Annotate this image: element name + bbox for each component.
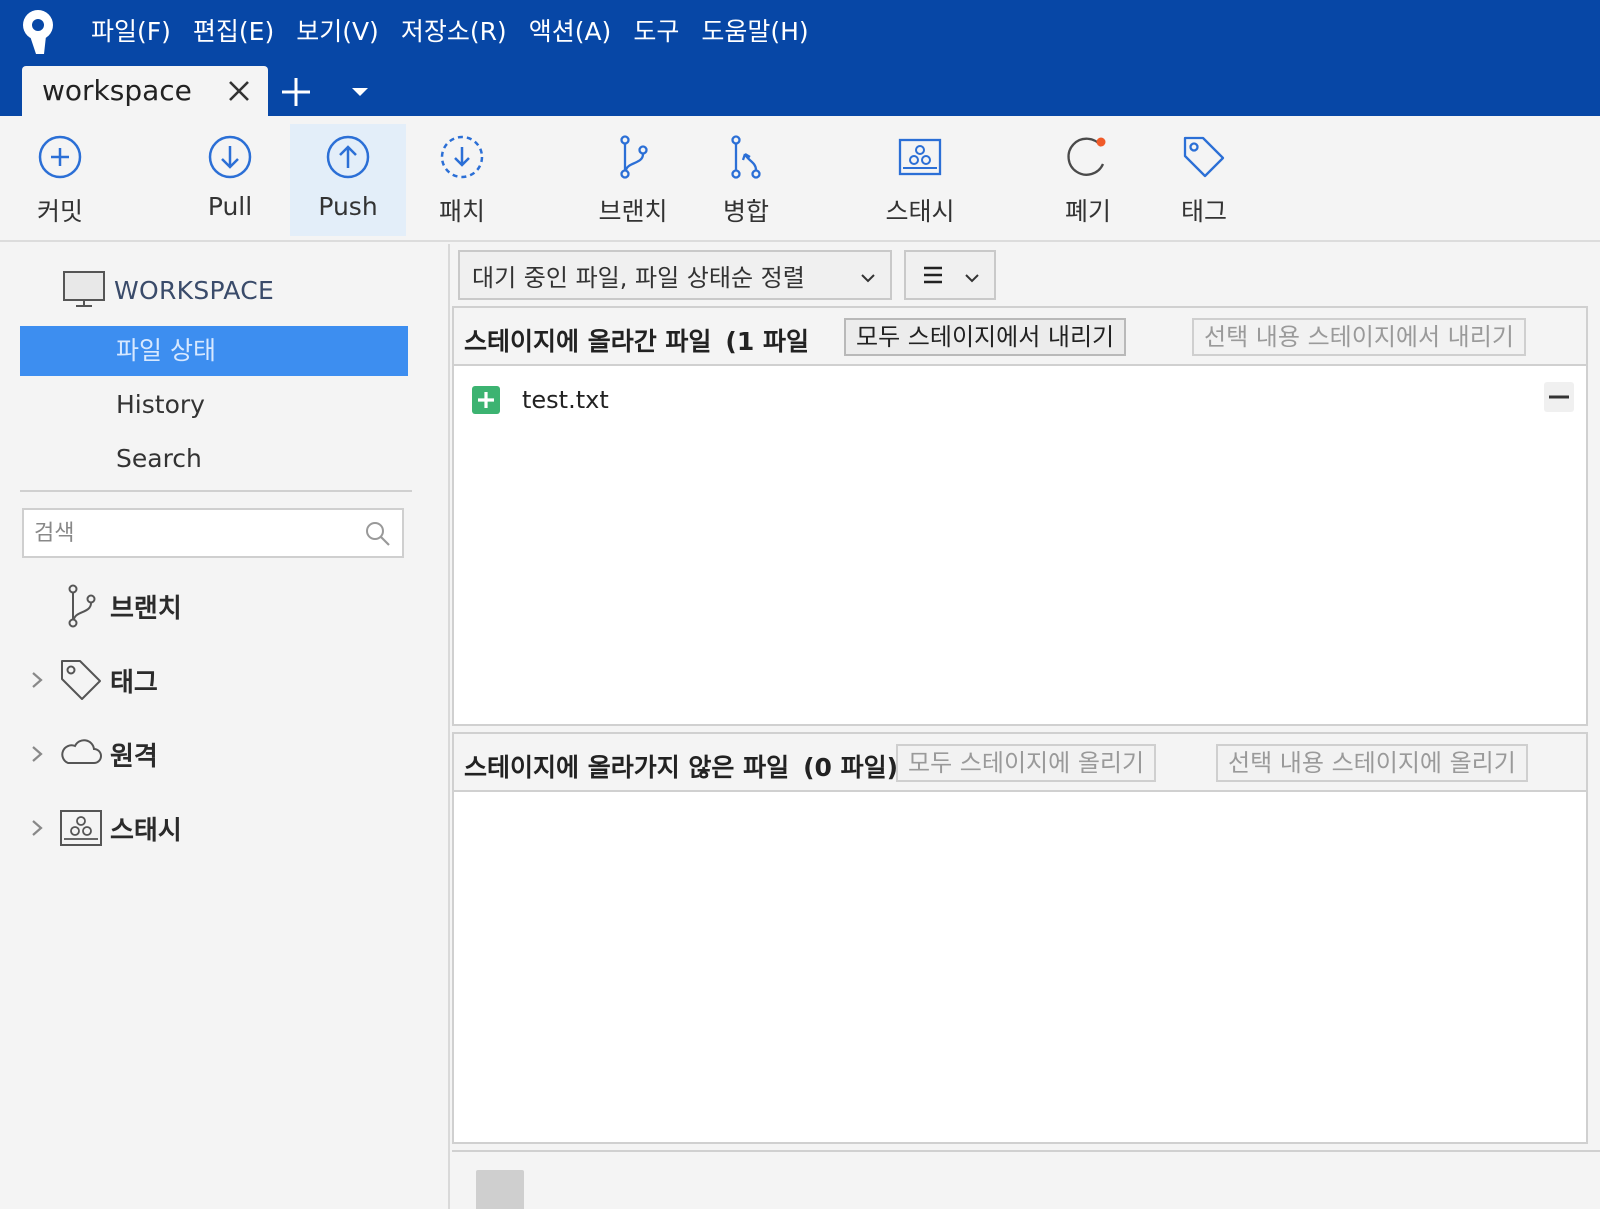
tags-label: 태그 [110,667,158,698]
pull-button[interactable]: Pull [190,124,270,236]
staged-files-pane: 스테이지에 올라간 파일 (1 파일 모두 스테이지에서 내리기 선택 내용 스테… [452,306,1588,726]
sidebar-section-remotes[interactable]: 원격 [26,726,406,782]
stage-selected-button[interactable]: 선택 내용 스테이지에 올리기 [1216,744,1528,782]
toolbar: 커밋 Pull Push 패치 브랜치 병합 스태시 폐기 태그 [0,116,1600,242]
tab-label: workspace [42,74,192,107]
unstaged-files-pane: 스테이지에 올라가지 않은 파일 (0 파일) 모두 스테이지에 올리기 선택 내… [452,732,1588,1144]
branch-button[interactable]: 브랜치 [588,124,678,236]
stash-icon [898,138,942,176]
patch-label: 패치 [438,197,485,226]
staged-pane-header: 스테이지에 올라간 파일 (1 파일 모두 스테이지에서 내리기 선택 내용 스테… [454,308,1586,366]
branches-label: 브랜치 [110,593,182,624]
menu-view[interactable]: 보기(V) [285,12,390,52]
sidebar: WORKSPACE 파일 상태 History Search 브랜치 태그 [0,244,450,1209]
chevron-right-icon[interactable] [26,817,48,839]
add-tab-icon[interactable] [278,74,314,110]
avatar [476,1170,524,1209]
push-label: Push [318,192,378,221]
unstaged-count: (0 파일) [803,753,899,782]
unstaged-pane-title: 스테이지에 올라가지 않은 파일 (0 파일) [464,748,898,784]
remotes-label: 원격 [110,741,158,772]
tag-icon [61,660,101,700]
chevron-down-icon [861,274,875,283]
tab-workspace[interactable]: workspace [22,66,268,116]
sidebar-section-branches[interactable]: 브랜치 [26,578,406,634]
tab-strip: workspace [0,66,1600,116]
chevron-right-icon[interactable] [26,669,48,691]
menu-bar: 파일(F) 편집(E) 보기(V) 저장소(R) 액션(A) 도구 도움말(H) [80,12,820,52]
close-icon[interactable] [224,76,254,106]
main-panel: 대기 중인 파일, 파일 상태순 정렬 스테이지에 올라간 파일 (1 파일 모두… [452,244,1600,1209]
branch-icon [68,584,96,628]
tag-button[interactable]: 태그 [1164,124,1244,236]
stash-icon [60,810,102,846]
chevron-down-icon [965,274,979,283]
list-icon [924,266,942,284]
title-bar: 파일(F) 편집(E) 보기(V) 저장소(R) 액션(A) 도구 도움말(H)… [0,0,1600,116]
stash-label: 스태시 [885,197,955,226]
sidebar-search-field[interactable] [22,508,404,558]
staged-count: (1 파일 [725,327,809,356]
sidebar-section-tags[interactable]: 태그 [26,652,406,708]
patch-icon [440,135,484,179]
stage-all-button[interactable]: 모두 스테이지에 올리기 [896,744,1157,782]
branch-icon [620,135,648,179]
menu-repository[interactable]: 저장소(R) [390,12,518,52]
stashes-label: 스태시 [110,815,182,846]
menu-actions[interactable]: 액션(A) [518,12,623,52]
sort-dropdown-label: 대기 중인 파일, 파일 상태순 정렬 [472,263,805,292]
menu-file[interactable]: 파일(F) [80,12,182,52]
divider [20,490,412,492]
monitor-icon [63,271,105,307]
tag-icon [1183,136,1225,178]
sidebar-item-file-status[interactable]: 파일 상태 [20,326,408,376]
merge-icon [731,135,761,179]
push-icon [326,135,370,179]
unstage-selected-button[interactable]: 선택 내용 스테이지에서 내리기 [1192,318,1526,356]
push-button[interactable]: Push [290,124,406,236]
file-added-icon [472,386,500,414]
commit-button[interactable]: 커밋 [20,124,100,236]
sidebar-item-history[interactable]: History [20,380,408,430]
sidebar-item-search[interactable]: Search [20,434,408,484]
sort-dropdown[interactable]: 대기 중인 파일, 파일 상태순 정렬 [458,250,892,300]
chevron-down-icon[interactable] [346,80,374,104]
search-input[interactable] [34,518,354,548]
tag-label: 태그 [1180,197,1227,226]
chevron-right-icon[interactable] [26,743,48,765]
menu-help[interactable]: 도움말(H) [690,12,819,52]
unstage-all-button[interactable]: 모두 스테이지에서 내리기 [844,318,1127,356]
merge-label: 병합 [722,197,769,226]
discard-button[interactable]: 폐기 [1048,124,1128,236]
discard-icon [1067,137,1106,176]
search-icon [366,522,390,546]
cloud-icon [61,739,102,764]
unstaged-pane-header: 스테이지에 올라가지 않은 파일 (0 파일) 모두 스테이지에 올리기 선택 내… [454,734,1586,792]
workspace-title: WORKSPACE [114,275,275,305]
commit-area [452,1150,1600,1209]
file-name: test.txt [522,386,609,414]
branch-label: 브랜치 [598,197,668,226]
staged-pane-title: 스테이지에 올라간 파일 (1 파일 [464,322,809,358]
staged-title-text: 스테이지에 올라간 파일 [464,327,712,356]
sidebar-section-stashes[interactable]: 스태시 [26,800,406,856]
merge-button[interactable]: 병합 [706,124,786,236]
plus-circle-icon [38,135,82,179]
menu-edit[interactable]: 편집(E) [182,12,285,52]
menu-tools[interactable]: 도구 [622,12,690,52]
file-row[interactable]: test.txt [472,380,1572,420]
pull-label: Pull [207,192,253,221]
app-logo-icon [23,10,53,54]
commit-label: 커밋 [36,197,83,226]
pull-icon [208,135,252,179]
patch-button[interactable]: 패치 [422,124,502,236]
unstage-file-minus-icon[interactable] [1544,382,1574,412]
view-mode-dropdown[interactable] [904,250,996,300]
discard-label: 폐기 [1064,197,1111,226]
workspace-header: WORKSPACE [62,268,274,312]
unstaged-title-text: 스테이지에 올라가지 않은 파일 [464,753,790,782]
stash-button[interactable]: 스태시 [870,124,970,236]
